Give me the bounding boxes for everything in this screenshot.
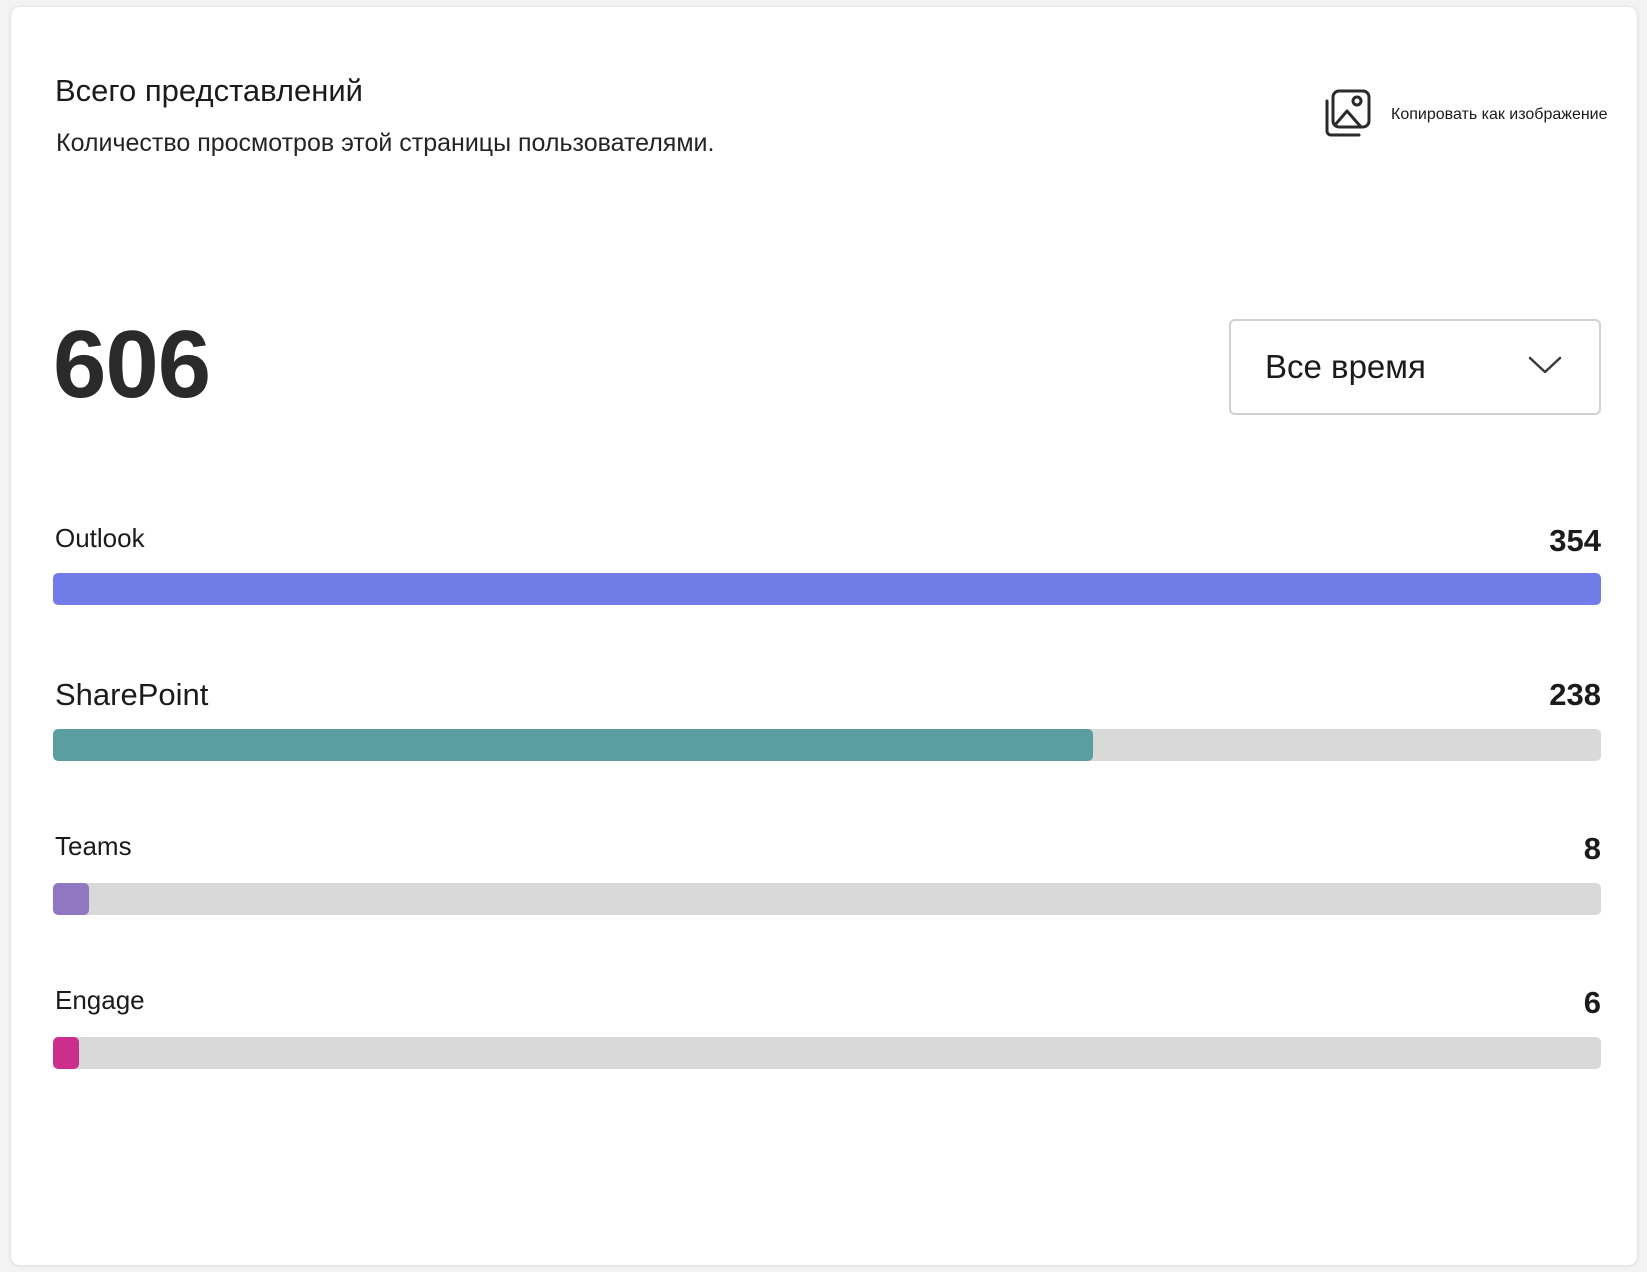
chevron-down-icon [1527, 354, 1563, 381]
breakdown-label: Outlook [55, 523, 145, 553]
breakdown-bar-sharepoint [53, 729, 1093, 761]
copy-as-image-label: Копировать как изображение [1391, 106, 1608, 123]
breakdown-label: Engage [55, 985, 145, 1015]
breakdown-row-outlook: Outlook 354 [53, 523, 1601, 623]
breakdown-label: Teams [55, 831, 132, 861]
breakdown-bar-engage [53, 1037, 79, 1069]
breakdown-value: 8 [1583, 831, 1601, 866]
breakdown-bar-teams [53, 883, 89, 915]
copy-as-image-button[interactable]: Копировать как изображение [1321, 87, 1608, 143]
total-views-count: 606 [53, 311, 211, 418]
breakdown-track [53, 573, 1601, 605]
breakdown-value: 238 [1549, 677, 1601, 712]
image-copy-icon [1321, 87, 1373, 144]
breakdown-value: 354 [1549, 523, 1601, 558]
breakdown-row-engage: Engage 6 [53, 985, 1601, 1085]
time-range-dropdown[interactable]: Все время [1229, 319, 1601, 415]
breakdown-bar-outlook [53, 573, 1601, 605]
breakdown-row-sharepoint: SharePoint 238 [53, 677, 1601, 777]
views-card: Всего представлений Количество просмотро… [10, 6, 1638, 1266]
card-title: Всего представлений [55, 73, 364, 108]
breakdown-track [53, 729, 1601, 761]
time-range-selected: Все время [1265, 348, 1426, 385]
breakdown-label: SharePoint [55, 677, 209, 712]
breakdown-track [53, 883, 1601, 915]
breakdown-track [53, 1037, 1601, 1069]
breakdown-value: 6 [1583, 985, 1601, 1020]
card-subtitle: Количество просмотров этой страницы поль… [56, 129, 715, 157]
breakdown-row-teams: Teams 8 [53, 831, 1601, 931]
